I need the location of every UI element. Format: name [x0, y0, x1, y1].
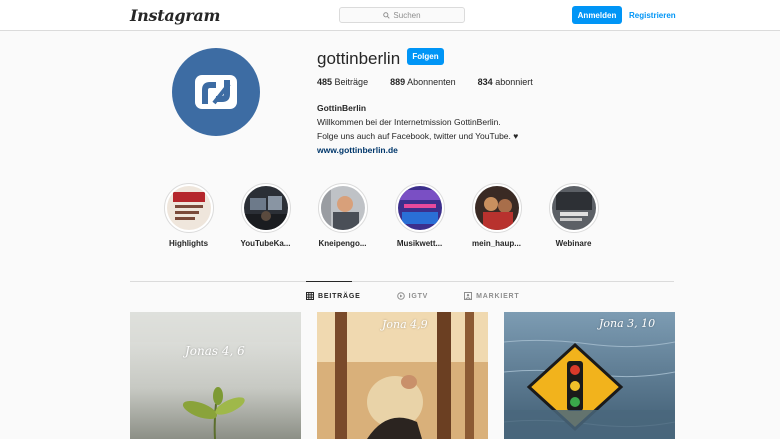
post-caption: Jona 3, 10	[599, 317, 656, 330]
tab-label: MARKIERT	[476, 292, 520, 300]
bio-line: Folge uns auch auf Facebook, twitter und…	[317, 131, 519, 141]
tab-label: BEITRÄGE	[318, 292, 361, 300]
instagram-logo[interactable]: Instagram	[130, 6, 220, 25]
post-thumbnail[interactable]: Jona 3, 10	[504, 312, 675, 439]
highlight-thumbnail	[397, 186, 442, 230]
highlight-thumbnail	[320, 186, 365, 230]
highlight-item[interactable]: Highlights	[150, 183, 227, 248]
highlight-label: YouTubeKa...	[240, 239, 291, 248]
profile-tabs: BEITRÄGE IGTV MARKIERT	[306, 292, 555, 300]
profile-bio: GottinBerlin Willkommen bei der Internet…	[317, 101, 518, 157]
woman-in-forest-image	[317, 312, 488, 439]
story-highlights: Highlights YouTubeKa... Kneipengo... Mus…	[150, 183, 612, 248]
search-icon	[383, 11, 391, 19]
highlight-thumbnail	[166, 186, 211, 230]
tab-label: IGTV	[408, 292, 429, 300]
profile-display-name: GottinBerlin	[317, 103, 367, 113]
highlight-item[interactable]: Musikwett...	[381, 183, 458, 248]
stat-posts: 485 Beiträge	[317, 77, 369, 87]
highlight-thumbnail	[551, 186, 596, 230]
posts-grid: Jonas 4, 6 Jona 4,9 Jona 3, 10	[130, 312, 675, 439]
highlight-label: Highlights	[168, 239, 209, 248]
highlight-label: Kneipengo...	[318, 239, 367, 248]
profile-avatar[interactable]	[172, 48, 260, 136]
register-link[interactable]: Registrieren	[629, 6, 676, 24]
highlight-item[interactable]: Kneipengo...	[304, 183, 381, 248]
sprout-image	[130, 312, 301, 439]
search-placeholder: Suchen	[393, 10, 421, 20]
highlight-label: Webinare	[555, 239, 592, 248]
highlight-thumbnail	[474, 186, 519, 230]
grid-icon	[306, 292, 314, 300]
stat-following[interactable]: 834 abonniert	[478, 77, 533, 87]
post-caption: Jonas 4, 6	[185, 344, 245, 358]
highlight-label: mein_haup...	[472, 239, 521, 248]
follow-button[interactable]: Folgen	[407, 48, 444, 65]
top-navigation-bar: Instagram Suchen Anmelden Registrieren	[0, 0, 780, 31]
post-caption: Jona 4,9	[382, 318, 428, 331]
highlight-thumbnail	[243, 186, 288, 230]
login-button[interactable]: Anmelden	[572, 6, 622, 24]
tabs-divider	[130, 281, 674, 282]
gottinberlin-logo-icon	[195, 75, 237, 109]
search-input[interactable]: Suchen	[339, 7, 465, 23]
profile-stats: 485 Beiträge 889 Abonnenten 834 abonnier…	[317, 77, 555, 87]
website-link[interactable]: www.gottinberlin.de	[317, 143, 518, 157]
stat-followers[interactable]: 889 Abonnenten	[390, 77, 456, 87]
profile-username: gottinberlin	[317, 49, 401, 68]
post-thumbnail[interactable]: Jona 4,9	[317, 312, 488, 439]
tab-igtv[interactable]: IGTV	[396, 292, 429, 300]
bio-line: Willkommen bei der Internetmission Gotti…	[317, 117, 501, 127]
highlight-label: Musikwett...	[396, 239, 443, 248]
highlight-item[interactable]: Webinare	[535, 183, 612, 248]
highlight-item[interactable]: mein_haup...	[458, 183, 535, 248]
active-tab-indicator	[306, 281, 352, 282]
tagged-icon	[464, 292, 473, 300]
tab-tagged[interactable]: MARKIERT	[464, 292, 519, 300]
igtv-icon	[396, 292, 405, 300]
tab-posts[interactable]: BEITRÄGE	[306, 292, 361, 300]
post-thumbnail[interactable]: Jonas 4, 6	[130, 312, 301, 439]
flooded-traffic-sign-image	[504, 312, 675, 439]
highlight-item[interactable]: YouTubeKa...	[227, 183, 304, 248]
